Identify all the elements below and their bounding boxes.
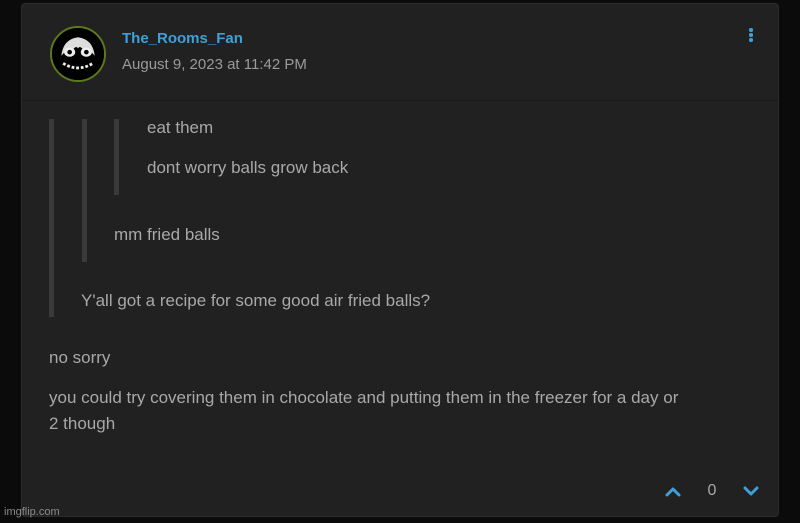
- quote-level2-text: mm fried balls: [114, 225, 220, 244]
- comment-header: The_Rooms_Fan August 9, 2023 at 11:42 PM: [22, 4, 778, 101]
- avatar-face-image: [52, 28, 104, 80]
- quote-level3-line1: eat them: [147, 118, 214, 137]
- reply-line-2: you could try covering them in chocolate…: [49, 388, 679, 407]
- comment-card: The_Rooms_Fan August 9, 2023 at 11:42 PM…: [21, 3, 779, 517]
- username-link[interactable]: The_Rooms_Fan: [122, 30, 243, 47]
- post-timestamp: August 9, 2023 at 11:42 PM: [122, 56, 307, 73]
- quote-bar-level3: [114, 119, 119, 195]
- reply-line-1: no sorry: [49, 348, 111, 367]
- quote-bar-level1: [49, 119, 54, 317]
- quote-level1-text: Y'all got a recipe for some good air fri…: [81, 291, 431, 310]
- chevron-down-icon[interactable]: [742, 484, 760, 498]
- avatar[interactable]: [50, 26, 106, 82]
- imgflip-watermark: imgflip.com: [4, 506, 60, 518]
- quote-level3-line2: dont worry balls grow back: [147, 158, 349, 177]
- chevron-up-icon[interactable]: [664, 484, 682, 498]
- vertical-ellipsis-icon[interactable]: [744, 28, 758, 46]
- vote-count: 0: [707, 482, 717, 499]
- quote-bar-level2: [82, 119, 87, 262]
- reply-line-3: 2 though: [49, 414, 116, 433]
